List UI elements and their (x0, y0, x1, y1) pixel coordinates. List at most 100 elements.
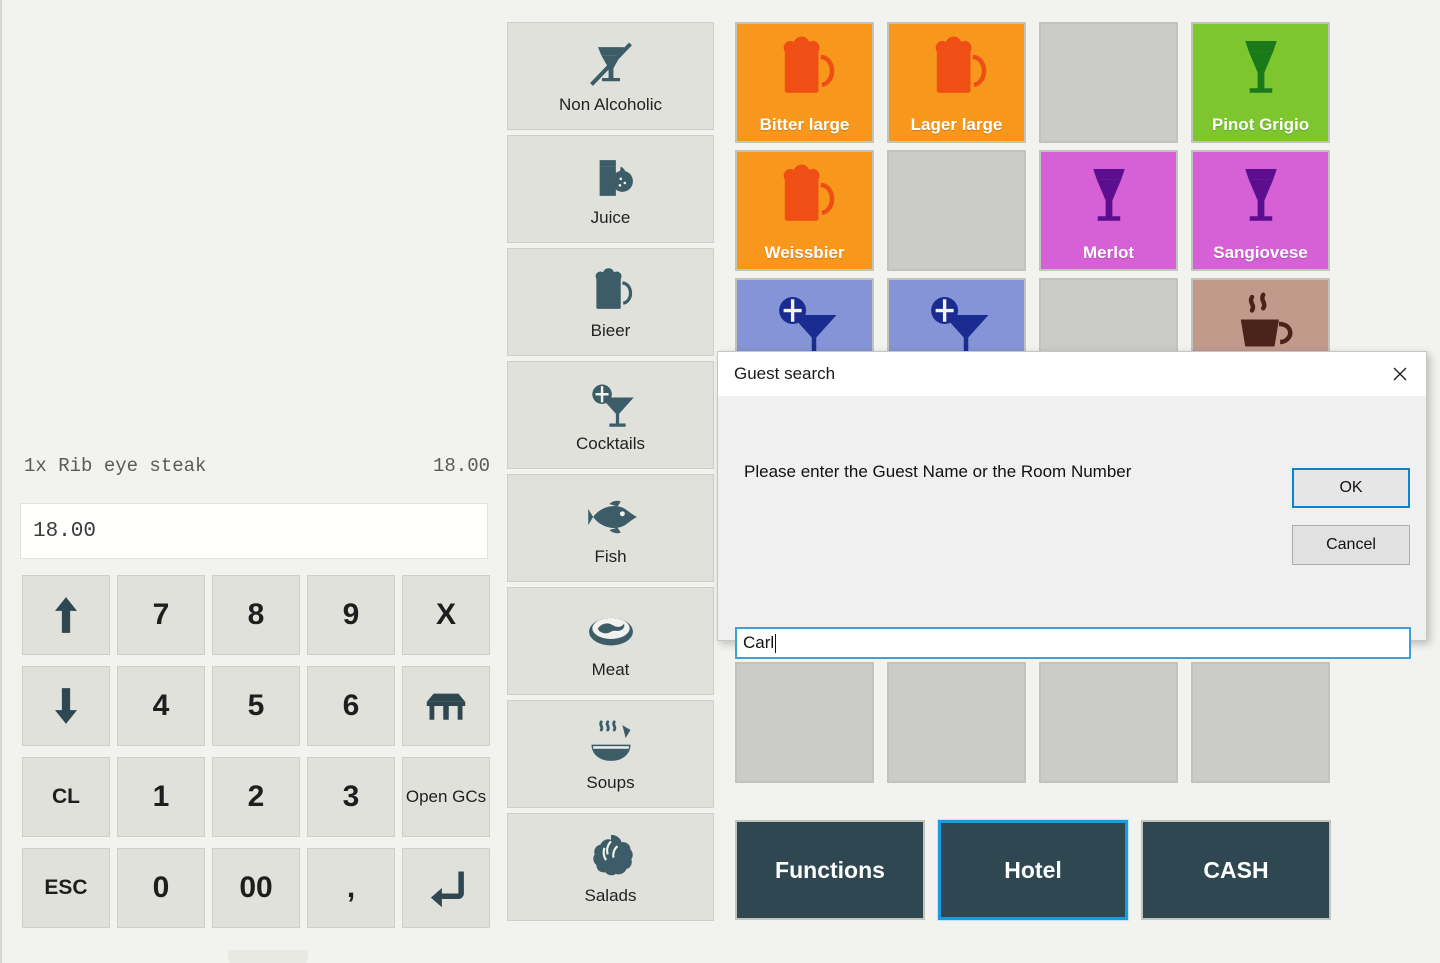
category-soups[interactable]: Soups (507, 700, 714, 808)
digit-7-key[interactable]: 7 (117, 575, 205, 655)
product-empty-5[interactable] (735, 662, 874, 783)
dialog-prompt: Please enter the Guest Name or the Room … (744, 462, 1132, 481)
text-caret (775, 633, 777, 653)
enter-icon (424, 866, 468, 910)
scroll-up-key[interactable] (22, 575, 110, 655)
product-weissbier-label: Weissbier (764, 243, 845, 262)
numeric-keypad: 7 8 9 X 4 5 6 CL 1 2 3 Open GCs ESC 0 00, (22, 575, 490, 928)
open-gcs-key[interactable]: Open GCs (402, 757, 490, 837)
category-cocktails[interactable]: Cocktails (507, 361, 714, 469)
digit-9-key[interactable]: 9 (307, 575, 395, 655)
clear-key-label: CL (52, 785, 80, 808)
digit-4-key[interactable]: 4 (117, 666, 205, 746)
cocktail-glass-icon (737, 288, 872, 360)
category-juice-label: Juice (590, 208, 631, 227)
left-border (0, 0, 2, 963)
product-empty-2[interactable] (887, 150, 1026, 271)
category-bieer[interactable]: Bieer (507, 248, 714, 356)
digit-8-key[interactable]: 8 (212, 575, 300, 655)
beer-mug-icon (889, 32, 1024, 104)
category-cocktails-label: Cocktails (576, 434, 645, 453)
guest-search-input[interactable]: Carl (735, 627, 1411, 659)
lettuce-icon (585, 828, 637, 882)
digit-9-key-label: 9 (342, 598, 360, 631)
category-non-alcoholic[interactable]: Non Alcoholic (507, 22, 714, 130)
clear-key[interactable]: CL (22, 757, 110, 837)
order-item-price: 18.00 (432, 455, 490, 477)
fish-icon (585, 489, 637, 543)
digit-1-key[interactable]: 1 (117, 757, 205, 837)
scroll-down-key[interactable] (22, 666, 110, 746)
digit-2-key[interactable]: 2 (212, 757, 300, 837)
wine-glass-icon (1041, 160, 1176, 232)
category-soups-label: Soups (586, 773, 635, 792)
product-lager-large[interactable]: Lager large (887, 22, 1026, 143)
digit-3-key[interactable]: 3 (307, 757, 395, 837)
wine-glass-icon (1193, 32, 1328, 104)
guest-search-dialog: Guest search Please enter the Guest Name… (717, 351, 1427, 659)
digit-0-key[interactable]: 0 (117, 848, 205, 928)
digit-6-key[interactable]: 6 (307, 666, 395, 746)
product-weissbier[interactable]: Weissbier (735, 150, 874, 271)
product-empty-7[interactable] (1039, 662, 1178, 783)
beer-mug-icon (585, 263, 637, 317)
hotel-button[interactable]: Hotel (938, 820, 1128, 920)
decimal-comma-key-label: , (346, 871, 356, 904)
dialog-title: Guest search (734, 364, 836, 383)
product-sangiovese[interactable]: Sangiovese (1191, 150, 1330, 271)
category-juice[interactable]: Juice (507, 135, 714, 243)
functions-button-label: Functions (775, 856, 885, 883)
scroll-indicator (228, 950, 308, 963)
no-alcohol-glass-icon (585, 37, 637, 91)
category-sidebar: Non Alcoholic Juice Bieer Cocktails Fish Meat… (507, 22, 714, 926)
cancel-button-label: Cancel (1326, 536, 1376, 553)
product-bitter-large-label: Bitter large (759, 115, 850, 134)
order-item-name: 1x Rib eye steak (24, 455, 207, 477)
product-empty-1[interactable] (1039, 22, 1178, 143)
product-pinot-grigio[interactable]: Pinot Grigio (1191, 22, 1330, 143)
table-icon (424, 684, 468, 728)
product-bitter-large[interactable]: Bitter large (735, 22, 874, 143)
amount-value: 18.00 (33, 519, 97, 543)
digit-4-key-label: 4 (152, 689, 170, 722)
ok-button[interactable]: OK (1292, 468, 1410, 508)
category-meat-label: Meat (591, 660, 630, 679)
ok-button-label: OK (1339, 479, 1363, 496)
product-sangiovese-label: Sangiovese (1213, 243, 1308, 262)
category-salads-label: Salads (584, 886, 637, 905)
digit-00-key[interactable]: 00 (212, 848, 300, 928)
escape-key[interactable]: ESC (22, 848, 110, 928)
table-key[interactable] (402, 666, 490, 746)
steak-icon (585, 602, 637, 656)
digit-5-key-label: 5 (247, 689, 265, 722)
digit-00-key-label: 00 (239, 871, 273, 904)
cash-button[interactable]: CASH (1141, 820, 1331, 920)
escape-key-label: ESC (44, 876, 88, 899)
open-gcs-key-label: Open GCs (405, 787, 487, 807)
enter-key[interactable] (402, 848, 490, 928)
multiply-key[interactable]: X (402, 575, 490, 655)
decimal-comma-key[interactable]: , (307, 848, 395, 928)
digit-8-key-label: 8 (247, 598, 265, 631)
product-empty-6[interactable] (887, 662, 1026, 783)
cocktail-glass-icon (585, 376, 637, 430)
digit-5-key[interactable]: 5 (212, 666, 300, 746)
coffee-cup-icon (1193, 288, 1328, 360)
beer-mug-icon (737, 160, 872, 232)
digit-6-key-label: 6 (342, 689, 360, 722)
category-salads[interactable]: Salads (507, 813, 714, 921)
digit-7-key-label: 7 (152, 598, 170, 631)
product-pinot-grigio-label: Pinot Grigio (1211, 115, 1310, 134)
arrow-down-icon (44, 684, 88, 728)
category-meat[interactable]: Meat (507, 587, 714, 695)
amount-display-field[interactable]: 18.00 (20, 503, 488, 559)
functions-button[interactable]: Functions (735, 820, 925, 920)
beer-mug-icon (737, 32, 872, 104)
product-empty-8[interactable] (1191, 662, 1330, 783)
cancel-button[interactable]: Cancel (1292, 525, 1410, 565)
guest-search-input-value: Carl (743, 633, 775, 652)
product-merlot[interactable]: Merlot (1039, 150, 1178, 271)
category-fish[interactable]: Fish (507, 474, 714, 582)
product-lager-large-label: Lager large (910, 115, 1003, 134)
close-icon[interactable] (1374, 352, 1426, 396)
